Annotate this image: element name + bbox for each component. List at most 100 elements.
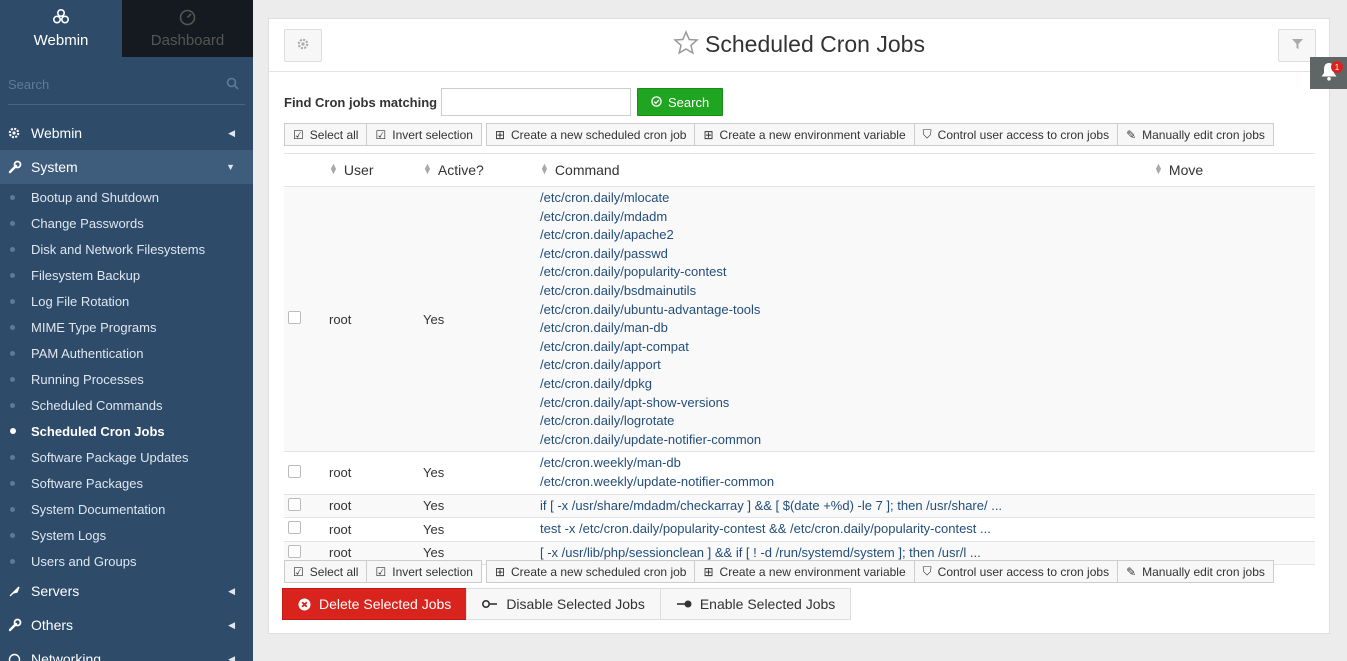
caret-left-icon: ◀ [228, 585, 235, 596]
sidebar-item[interactable]: System Documentation [0, 496, 253, 522]
tab-webmin[interactable]: Webmin [0, 0, 122, 57]
manual-edit-button[interactable]: ✎ Manually edit cron jobs [1117, 560, 1274, 583]
sidebar-item[interactable]: Log File Rotation [0, 288, 253, 314]
sidebar-category-label: Others [31, 617, 74, 633]
row-checkbox[interactable] [288, 544, 301, 558]
header-active[interactable]: ▲ ▼ Active? [423, 153, 540, 187]
notifications-button[interactable]: 1 [1310, 57, 1347, 89]
row-user: root [329, 451, 423, 495]
sidebar-item[interactable]: PAM Authentication [0, 340, 253, 366]
command-link[interactable]: /etc/cron.daily/apt-show-versions [540, 394, 1154, 413]
bullet-icon [10, 220, 15, 226]
bullet-icon [10, 428, 16, 434]
enable-selected-button[interactable]: Enable Selected Jobs [659, 588, 852, 620]
find-form: Find Cron jobs matching Search [284, 88, 724, 116]
row-checkbox[interactable] [288, 497, 301, 511]
create-env-variable-button[interactable]: ⊞ Create a new environment variable [694, 560, 915, 583]
tab-dashboard[interactable]: Dashboard [122, 0, 253, 57]
command-link[interactable]: /etc/cron.daily/apache2 [540, 226, 1154, 245]
caret-left-icon: ◀ [228, 653, 235, 661]
row-checkbox[interactable] [288, 521, 301, 535]
row-checkbox[interactable] [288, 311, 301, 325]
row-commands: test -x /etc/cron.daily/popularity-conte… [540, 517, 1154, 542]
command-link[interactable]: /etc/cron.daily/logrotate [540, 412, 1154, 431]
sidebar-item[interactable]: Software Packages [0, 470, 253, 496]
sidebar-item[interactable]: Disk and Network Filesystems [0, 236, 253, 262]
command-link[interactable]: /etc/cron.daily/ubuntu-advantage-tools [540, 301, 1154, 320]
command-link[interactable]: /etc/cron.weekly/update-notifier-common [540, 473, 1154, 492]
sidebar-item[interactable]: MIME Type Programs [0, 314, 253, 340]
command-link[interactable]: if [ -x /usr/share/mdadm/checkarray ] &&… [540, 497, 1154, 516]
sidebar: Webmin Dashboard Webmin ◀ System ▼ Bootu… [0, 0, 253, 661]
sidebar-item-label: Software Packages [31, 475, 144, 491]
create-env-variable-button[interactable]: ⊞ Create a new environment variable [694, 123, 915, 146]
sidebar-search-input[interactable] [8, 65, 208, 103]
bullet-icon [10, 376, 15, 382]
search-button[interactable]: Search [637, 88, 724, 116]
find-label: Find Cron jobs matching [284, 94, 438, 110]
command-link[interactable]: /etc/cron.daily/popularity-contest [540, 263, 1154, 282]
header-user[interactable]: ▲ ▼ User [329, 153, 423, 187]
dashboard-icon [179, 9, 196, 29]
sidebar-category-label: Webmin [31, 125, 83, 141]
command-link[interactable]: /etc/cron.daily/bsdmainutils [540, 282, 1154, 301]
sidebar-item[interactable]: Bootup and Shutdown [0, 184, 253, 210]
select-all-button[interactable]: ☑ Select all [284, 123, 368, 146]
panel-header: Scheduled Cron Jobs [269, 19, 1329, 72]
delete-selected-button[interactable]: Delete Selected Jobs [282, 588, 468, 620]
row-checkbox[interactable] [288, 464, 301, 478]
command-link[interactable]: /etc/cron.daily/mlocate [540, 189, 1154, 208]
manual-edit-button[interactable]: ✎ Manually edit cron jobs [1117, 123, 1274, 146]
create-cron-job-button[interactable]: ⊞ Create a new scheduled cron job [485, 123, 696, 146]
sidebar-category-servers[interactable]: Servers ◀ [0, 574, 253, 608]
caret-left-icon: ◀ [228, 127, 235, 138]
select-all-button[interactable]: ☑ Select all [284, 560, 368, 583]
star-icon[interactable] [673, 30, 699, 62]
create-cron-job-button[interactable]: ⊞ Create a new scheduled cron job [485, 560, 696, 583]
control-access-button[interactable]: ⛉ Control user access to cron jobs [913, 123, 1119, 146]
invert-selection-button[interactable]: ☑ Invert selection [366, 123, 482, 146]
sidebar-item[interactable]: Change Passwords [0, 210, 253, 236]
table-row: root Yes test -x /etc/cron.daily/popularit… [284, 517, 1315, 542]
command-link[interactable]: test -x /etc/cron.daily/popularity-conte… [540, 520, 1154, 539]
command-link[interactable]: /etc/cron.daily/apport [540, 356, 1154, 375]
command-link[interactable]: /etc/cron.daily/mdadm [540, 208, 1154, 227]
sidebar-category-webmin[interactable]: Webmin ◀ [0, 116, 253, 150]
disable-selected-button[interactable]: Disable Selected Jobs [466, 588, 661, 620]
sort-icon: ▲ ▼ [329, 161, 338, 176]
select-all-label: Select all [309, 127, 359, 142]
header-select [284, 153, 329, 187]
sidebar-item-label: MIME Type Programs [31, 319, 157, 335]
sidebar-category-others[interactable]: Others ◀ [0, 608, 253, 642]
sidebar-item[interactable]: Running Processes [0, 366, 253, 392]
sidebar-item[interactable]: Scheduled Commands [0, 392, 253, 418]
command-link[interactable]: /etc/cron.daily/passwd [540, 245, 1154, 264]
sidebar-item[interactable]: Software Package Updates [0, 444, 253, 470]
command-link[interactable]: /etc/cron.weekly/man-db [540, 454, 1154, 473]
sidebar-category-label: System [31, 159, 78, 175]
bullet-icon [10, 272, 15, 278]
sidebar-category-networking[interactable]: Networking ◀ [0, 642, 253, 661]
table-header-row: ▲ ▼ User ▲ ▼ Active? ▲ ▼ Command ▲ ▼ Move [284, 153, 1315, 187]
sidebar-item[interactable]: Scheduled Cron Jobs [0, 418, 253, 444]
sidebar-item[interactable]: System Logs [0, 522, 253, 548]
header-user-label: User [343, 162, 374, 178]
command-link[interactable]: /etc/cron.daily/update-notifier-common [540, 431, 1154, 450]
search-icon[interactable] [226, 77, 239, 93]
bullet-icon [10, 532, 15, 538]
select-all-label: Select all [309, 564, 359, 579]
command-link[interactable]: /etc/cron.daily/man-db [540, 319, 1154, 338]
control-access-button[interactable]: ⛉ Control user access to cron jobs [913, 560, 1119, 583]
sidebar-item[interactable]: Users and Groups [0, 548, 253, 574]
find-input[interactable] [441, 88, 632, 116]
command-link[interactable]: /etc/cron.daily/dpkg [540, 375, 1154, 394]
header-move[interactable]: ▲ ▼ Move [1154, 153, 1315, 187]
command-link[interactable]: /etc/cron.daily/apt-compat [540, 338, 1154, 357]
sidebar-item[interactable]: Filesystem Backup [0, 262, 253, 288]
bullet-icon [10, 402, 15, 408]
sidebar-category-system[interactable]: System ▼ [0, 150, 253, 184]
header-command[interactable]: ▲ ▼ Command [540, 153, 1154, 187]
bullet-icon [10, 194, 15, 200]
invert-selection-button[interactable]: ☑ Invert selection [366, 560, 482, 583]
bullet-icon [10, 506, 15, 512]
